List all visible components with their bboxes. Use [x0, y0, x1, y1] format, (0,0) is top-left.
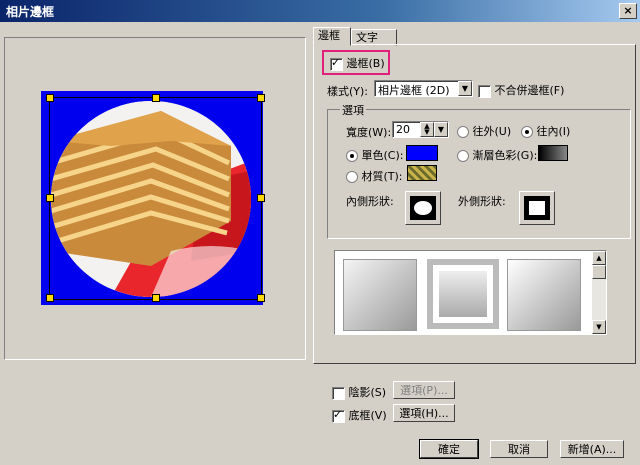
border-checkbox-highlight: 邊框(B) — [322, 50, 390, 75]
style-select[interactable]: 相片邊框 (2D) ▼ — [374, 80, 473, 97]
style-label: 樣式(Y): — [327, 85, 369, 98]
gradient-label: 漸層色彩(G): — [472, 149, 538, 162]
solid-color-label: 單色(C): — [361, 149, 404, 162]
width-spinner[interactable]: 20 ▲ ▼ ▼ — [392, 121, 449, 138]
close-button[interactable]: × — [619, 3, 637, 19]
no-merge-label: 不合併邊框(F) — [494, 84, 565, 97]
shadow-options-button[interactable]: 選項(P)... — [393, 381, 455, 399]
scroll-thumb[interactable] — [592, 265, 606, 279]
gallery-thumb[interactable] — [343, 259, 417, 331]
resize-handle[interactable] — [152, 94, 160, 102]
resize-handle[interactable] — [257, 194, 265, 202]
gallery-thumb[interactable] — [507, 259, 581, 331]
tab-border[interactable]: 邊框 — [313, 27, 351, 46]
gallery-scrollbar[interactable]: ▲ ▼ — [592, 251, 606, 334]
border-checkbox[interactable] — [330, 56, 343, 71]
outer-shape-label: 外側形狀: — [458, 195, 506, 208]
gallery-thumb[interactable] — [427, 259, 499, 329]
inner-shape-label: 內側形狀: — [346, 195, 394, 208]
solid-color-swatch[interactable] — [406, 145, 438, 161]
close-icon: × — [623, 4, 633, 17]
width-value: 20 — [396, 123, 410, 136]
scroll-down-icon[interactable]: ▼ — [592, 320, 606, 334]
title-bar: 相片邊框 × — [0, 0, 640, 22]
shadow-checkbox[interactable] — [332, 386, 345, 400]
circle-icon — [410, 196, 436, 220]
outer-shape-button[interactable] — [519, 191, 555, 225]
gradient-radio[interactable] — [457, 150, 469, 162]
resize-handle[interactable] — [152, 294, 160, 302]
inside-radio[interactable] — [521, 126, 533, 138]
border-checkbox-label: 邊框(B) — [346, 57, 385, 70]
ok-button[interactable]: 確定 — [419, 439, 479, 459]
outside-label: 往外(U) — [472, 125, 512, 138]
spin-icon[interactable]: ▲ ▼ — [420, 122, 434, 137]
resize-handle[interactable] — [46, 294, 54, 302]
inside-label: 往內(I) — [536, 125, 571, 138]
resize-handle[interactable] — [46, 194, 54, 202]
selection-box — [49, 97, 262, 300]
cancel-button[interactable]: 取消 — [490, 440, 548, 458]
resize-handle[interactable] — [46, 94, 54, 102]
scroll-up-icon[interactable]: ▲ — [592, 251, 606, 265]
solid-color-radio[interactable] — [346, 150, 358, 162]
texture-swatch[interactable] — [407, 165, 437, 181]
texture-label: 材質(T): — [361, 170, 403, 183]
outside-radio[interactable] — [457, 126, 469, 138]
chevron-down-icon[interactable]: ▼ — [458, 81, 472, 96]
width-label: 寬度(W): — [346, 126, 392, 139]
options-legend: 選項 — [340, 102, 366, 118]
style-select-value: 相片邊框 (2D) — [378, 84, 450, 97]
add-button[interactable]: 新增(A)... — [560, 440, 624, 458]
resize-handle[interactable] — [257, 94, 265, 102]
texture-radio[interactable] — [346, 171, 358, 183]
resize-handle[interactable] — [257, 294, 265, 302]
shadow-label: 陰影(S) — [348, 386, 387, 399]
square-icon — [524, 196, 550, 220]
mat-label: 底框(V) — [348, 409, 387, 422]
no-merge-checkbox[interactable] — [478, 84, 491, 98]
chevron-down-icon[interactable]: ▼ — [434, 122, 448, 137]
inner-shape-button[interactable] — [405, 191, 441, 225]
mat-checkbox[interactable] — [332, 408, 345, 423]
mat-options-button[interactable]: 選項(H)... — [393, 404, 455, 422]
gradient-swatch[interactable] — [538, 145, 568, 161]
window-title: 相片邊框 — [6, 5, 55, 19]
border-gallery[interactable]: ▲ ▼ — [334, 250, 607, 335]
